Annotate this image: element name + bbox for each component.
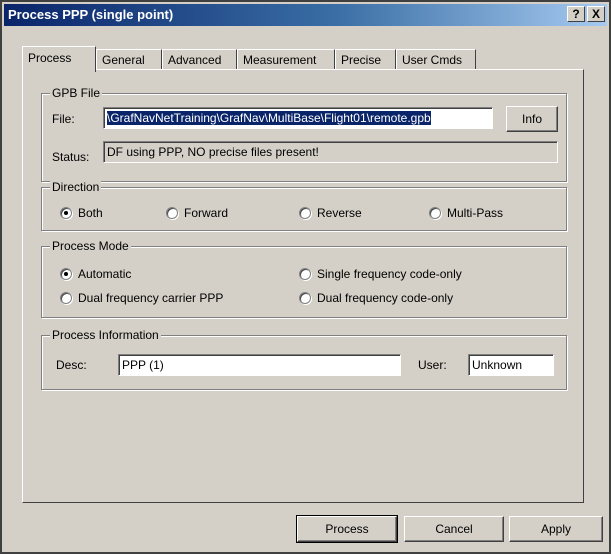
status-field: DF using PPP, NO precise files present! xyxy=(103,141,558,163)
desc-input[interactable]: PPP (1) xyxy=(118,354,401,376)
cancel-button[interactable]: Cancel xyxy=(404,516,504,542)
direction-group: Direction Both Forward Reverse Multi-Pas… xyxy=(41,180,567,231)
window-title: Process PPP (single point) xyxy=(8,7,174,22)
radio-circle xyxy=(429,207,441,219)
process-mode-group: Process Mode Automatic Single frequency … xyxy=(41,239,567,318)
radio-circle xyxy=(299,207,311,219)
title-bar[interactable]: Process PPP (single point) ? X xyxy=(4,4,607,26)
file-label: File: xyxy=(52,112,75,126)
gpb-file-legend: GPB File xyxy=(50,86,103,100)
radio-circle xyxy=(299,268,311,280)
radio-selected-dot xyxy=(64,272,68,276)
tab-general[interactable]: General xyxy=(96,49,162,70)
mode-dual-freq-code-label: Dual frequency code-only xyxy=(317,291,454,305)
tab-advanced[interactable]: Advanced xyxy=(162,49,237,70)
process-ppp-dialog: Process PPP (single point) ? X Process G… xyxy=(0,0,611,554)
direction-legend: Direction xyxy=(50,180,102,194)
mode-single-freq-code-label: Single frequency code-only xyxy=(317,267,462,281)
tab-precise[interactable]: Precise xyxy=(335,49,396,70)
direction-both-label: Both xyxy=(78,206,103,220)
tab-measurement[interactable]: Measurement xyxy=(237,49,335,70)
process-mode-legend: Process Mode xyxy=(50,239,131,253)
gpb-file-group: GPB File File: \GrafNavNetTraining\GrafN… xyxy=(41,86,567,182)
radio-circle xyxy=(60,268,72,280)
tab-user-cmds[interactable]: User Cmds xyxy=(396,49,476,70)
file-path-value: \GrafNavNetTraining\GrafNav\MultiBase\Fl… xyxy=(107,111,431,125)
direction-multipass-label: Multi-Pass xyxy=(447,206,504,220)
radio-circle xyxy=(60,207,72,219)
direction-forward-label: Forward xyxy=(184,206,229,220)
radio-circle xyxy=(60,292,72,304)
process-tab-panel: GPB File File: \GrafNavNetTraining\GrafN… xyxy=(22,69,584,503)
file-path-field[interactable]: \GrafNavNetTraining\GrafNav\MultiBase\Fl… xyxy=(103,107,493,129)
process-information-legend: Process Information xyxy=(50,328,161,342)
radio-selected-dot xyxy=(64,211,68,215)
radio-circle xyxy=(299,292,311,304)
info-button[interactable]: Info xyxy=(506,106,558,132)
mode-dual-freq-carrier-label: Dual frequency carrier PPP xyxy=(78,291,224,305)
desc-label: Desc: xyxy=(56,358,87,372)
process-information-group: Process Information Desc: PPP (1) User: … xyxy=(41,328,567,390)
help-button[interactable]: ? xyxy=(567,6,585,22)
radio-circle xyxy=(166,207,178,219)
close-button[interactable]: X xyxy=(587,6,605,22)
tab-process[interactable]: Process xyxy=(22,46,96,72)
status-label: Status: xyxy=(52,150,90,164)
direction-reverse-label: Reverse xyxy=(317,206,362,220)
user-label: User: xyxy=(418,358,447,372)
apply-button[interactable]: Apply xyxy=(509,516,603,542)
user-input[interactable]: Unknown xyxy=(468,354,554,376)
mode-automatic-label: Automatic xyxy=(78,267,132,281)
process-button[interactable]: Process xyxy=(296,515,398,543)
